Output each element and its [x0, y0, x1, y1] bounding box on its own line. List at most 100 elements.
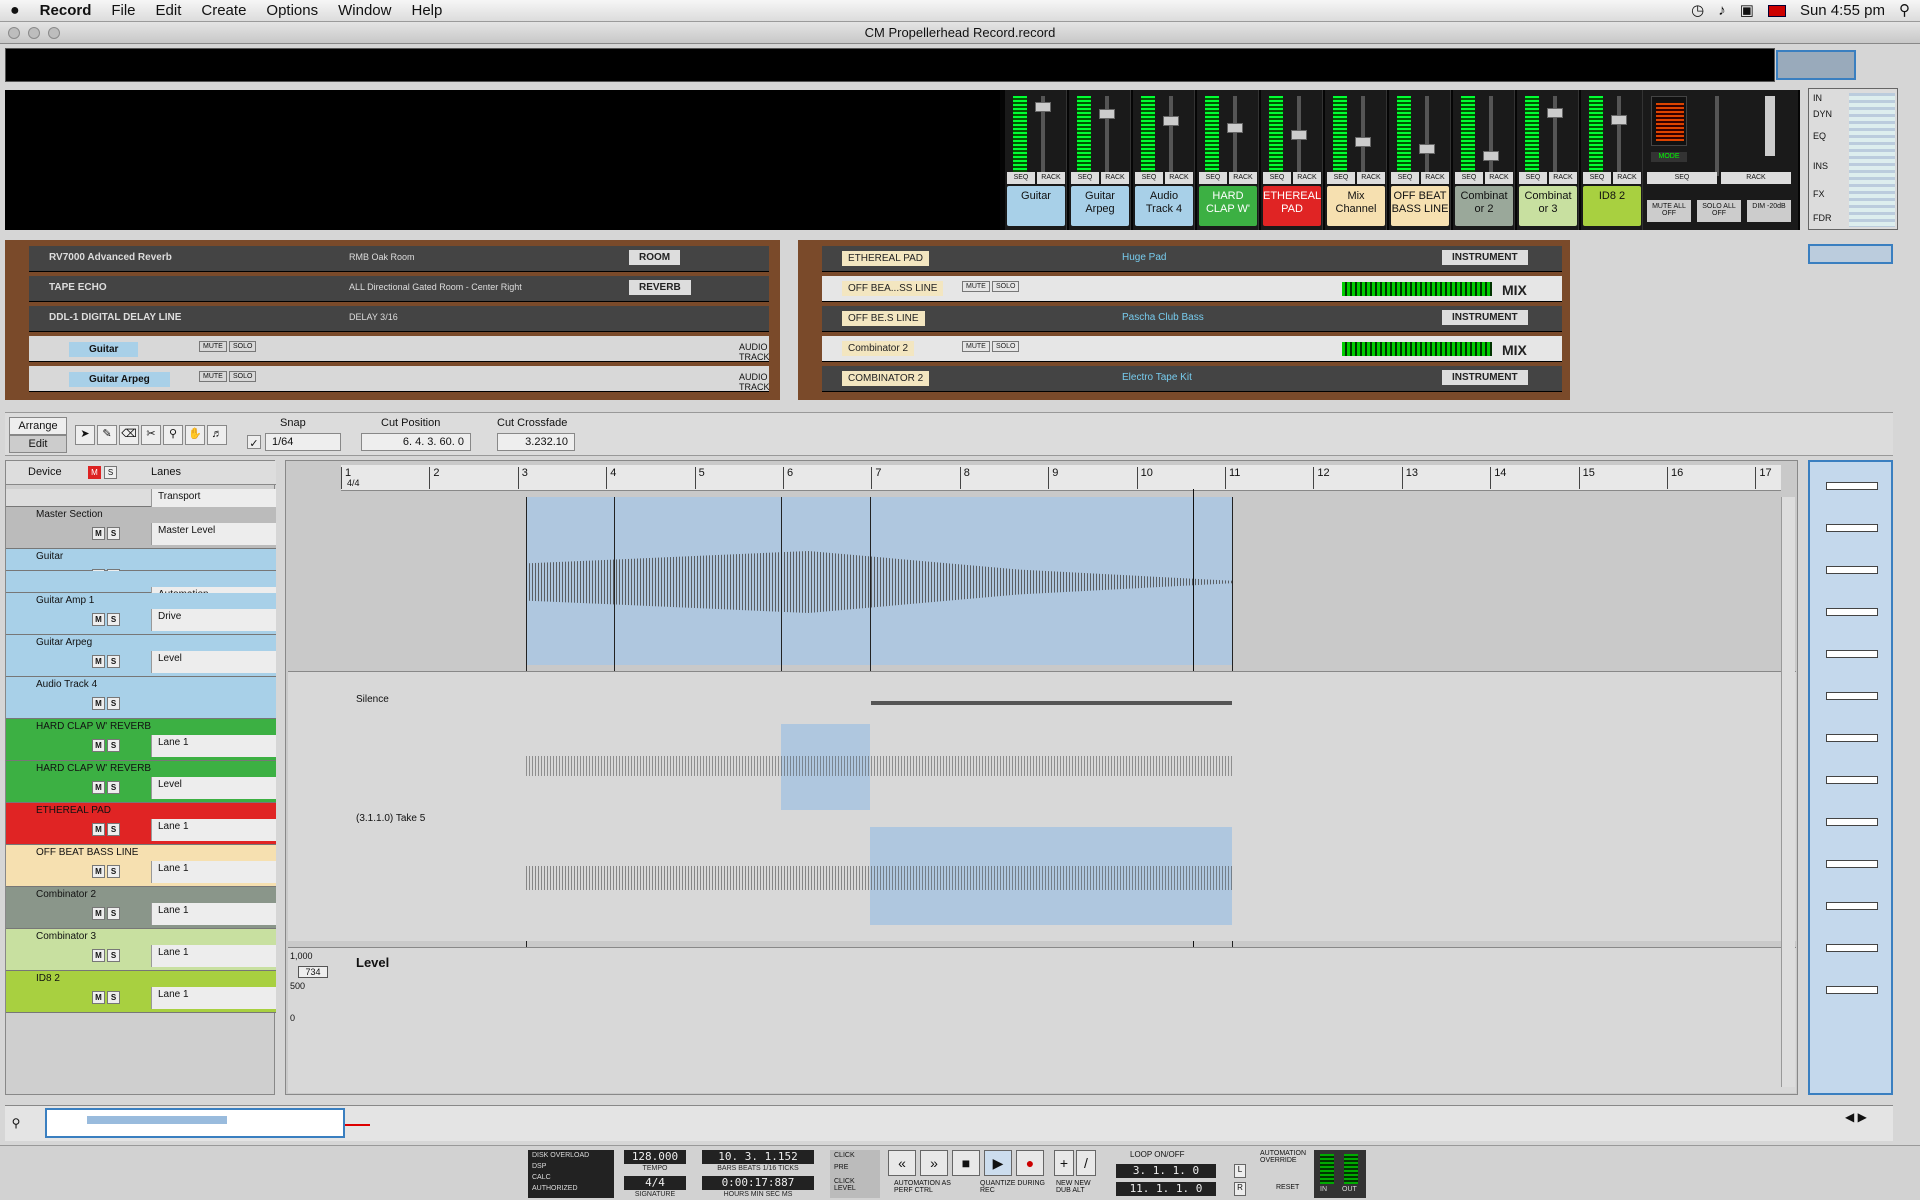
app-menu[interactable]: Record [30, 0, 102, 22]
rewind-button[interactable]: « [888, 1150, 916, 1176]
track-row[interactable]: Combinator 2 M S Lane 1 [6, 887, 276, 929]
track-row[interactable]: Guitar Arpeg M S Level [6, 635, 276, 677]
channel-label[interactable]: ID8 2 [1583, 186, 1641, 226]
cut-position-field[interactable]: 6. 4. 3. 60. 0 [361, 433, 471, 451]
seq-button[interactable]: SEQ [1327, 172, 1355, 184]
fader-knob[interactable] [1483, 151, 1499, 161]
rack-device[interactable]: OFF BE.S LINE Pascha Club Bass INSTRUMENT [822, 306, 1562, 332]
menu-options[interactable]: Options [256, 0, 328, 22]
track-row[interactable]: Combinator 3 M S Lane 1 [6, 929, 276, 971]
rack-device[interactable]: Combinator 2 MIX MUTE SOLO [822, 336, 1562, 362]
loop-left-button[interactable]: L [1234, 1164, 1246, 1178]
timeline-ruler[interactable]: 1 2 3 4 5 6 7 8 9 10 11 12 13 14 15 16 17 [341, 465, 1781, 491]
menu-file[interactable]: File [101, 0, 145, 22]
fader-knob[interactable] [1163, 116, 1179, 126]
display-icon[interactable]: ▣ [1740, 0, 1754, 22]
selection-tool-icon[interactable]: ➤ [75, 425, 95, 445]
master-mode-button[interactable]: MODE [1651, 152, 1687, 162]
flag-icon[interactable] [1767, 5, 1786, 17]
track-row[interactable]: Guitar Amp 1 M S Drive [6, 593, 276, 635]
play-button[interactable]: ▶ [984, 1150, 1012, 1176]
position-display[interactable]: 10. 3. 1.152 [702, 1150, 814, 1164]
channel-label[interactable]: Combinat or 2 [1455, 186, 1513, 226]
menu-window[interactable]: Window [328, 0, 401, 22]
apple-menu-icon[interactable]: ● [0, 0, 30, 22]
razor-tool-icon[interactable]: ✂ [141, 425, 161, 445]
channel-label[interactable]: Combinat or 3 [1519, 186, 1577, 226]
track-solo-button[interactable]: S [107, 865, 120, 878]
fast-forward-button[interactable]: » [920, 1150, 948, 1176]
stop-button[interactable]: ■ [952, 1150, 980, 1176]
rack-device[interactable]: Guitar AUDIO TRACK MUTE SOLO [29, 336, 770, 362]
track-solo-button[interactable]: S [107, 907, 120, 920]
seq-button[interactable]: SEQ [1455, 172, 1483, 184]
seq-button[interactable]: SEQ [1391, 172, 1419, 184]
track-mute-button[interactable]: MUTE [199, 371, 227, 382]
track-mute-button[interactable]: M [92, 781, 105, 794]
side-label-fdr[interactable]: FDR [1813, 213, 1832, 223]
channel-label[interactable]: Guitar [1007, 186, 1065, 226]
signature-display[interactable]: 4/4 [624, 1176, 686, 1190]
loop-left-display[interactable]: 3. 1. 1. 0 [1116, 1164, 1216, 1178]
menubar-clock[interactable]: Sun 4:55 pm [1800, 0, 1885, 22]
zoom-window-icon[interactable] [48, 27, 60, 39]
loop-right-display[interactable]: 11. 1. 1. 0 [1116, 1182, 1216, 1196]
speaker-tool-icon[interactable]: ♬ [207, 425, 227, 445]
fader-knob[interactable] [1547, 108, 1563, 118]
mixer-overview-strip[interactable] [5, 48, 1775, 82]
channel-label[interactable]: ETHEREAL PAD [1263, 186, 1321, 226]
seq-button[interactable]: SEQ [1583, 172, 1611, 184]
track-mute-button[interactable]: M [92, 907, 105, 920]
seq-button[interactable]: SEQ [1263, 172, 1291, 184]
rack-device[interactable]: TAPE ECHO ALL Directional Gated Room - Ce… [29, 276, 769, 302]
rack-button[interactable]: RACK [1485, 172, 1513, 184]
minimize-window-icon[interactable] [28, 27, 40, 39]
close-window-icon[interactable] [8, 27, 20, 39]
channel-fader[interactable] [1105, 96, 1109, 176]
vertical-scrollbar[interactable] [1781, 497, 1795, 1087]
rack-button[interactable]: RACK [1165, 172, 1193, 184]
rack-button[interactable]: RACK [1037, 172, 1065, 184]
magnify-tool-icon[interactable]: ⚲ [163, 425, 183, 445]
track-row[interactable]: ETHEREAL PAD M S Lane 1 [6, 803, 276, 845]
dim-button[interactable]: DIM -20dB [1747, 200, 1791, 222]
track-row[interactable]: ID8 2 M S Lane 1 [6, 971, 276, 1013]
seq-button[interactable]: SEQ [1135, 172, 1163, 184]
fader-knob[interactable] [1099, 109, 1115, 119]
track-solo-button[interactable]: S [107, 739, 120, 752]
keyboard-overview-thumb[interactable] [1776, 50, 1856, 80]
mix-mute-button[interactable]: MUTE [962, 341, 990, 352]
rack-button[interactable]: RACK [1101, 172, 1129, 184]
track-row[interactable]: HARD CLAP W' REVERB M S Lane 1 [6, 719, 276, 761]
track-mute-button[interactable]: M [92, 655, 105, 668]
side-label-eq[interactable]: EQ [1813, 131, 1826, 141]
rack-device[interactable]: ETHEREAL PAD Huge Pad INSTRUMENT [822, 246, 1562, 272]
track-mute-button[interactable]: MUTE [199, 341, 227, 352]
time-display[interactable]: 0:00:17:887 [702, 1176, 814, 1190]
menu-create[interactable]: Create [191, 0, 256, 22]
overview-viewport[interactable] [45, 1108, 345, 1138]
master-fader[interactable] [1715, 96, 1719, 176]
menu-edit[interactable]: Edit [146, 0, 192, 22]
volume-icon[interactable]: ♪ [1718, 0, 1726, 22]
snap-select[interactable]: 1/64 [265, 433, 341, 451]
mixer-navigator-thumb[interactable] [1849, 93, 1895, 227]
zoom-icon[interactable]: ⚲ [5, 1110, 27, 1136]
header-mute-button[interactable]: M [88, 466, 101, 479]
fader-knob[interactable] [1227, 123, 1243, 133]
side-label-dyn[interactable]: DYN [1813, 109, 1832, 119]
track-solo-button[interactable]: S [107, 781, 120, 794]
loop-right-button[interactable]: R [1234, 1182, 1246, 1196]
seq-button[interactable]: SEQ [1071, 172, 1099, 184]
click-level-label[interactable]: CLICK LEVEL [834, 1178, 878, 1192]
arrange-mode-button[interactable]: Arrange [9, 417, 67, 435]
channel-fader[interactable] [1425, 96, 1429, 176]
rack-button[interactable]: RACK [1421, 172, 1449, 184]
side-label-ins[interactable]: INS [1813, 161, 1828, 171]
track-solo-button[interactable]: S [107, 949, 120, 962]
track-solo-button[interactable]: S [107, 697, 120, 710]
reset-button[interactable]: RESET [1276, 1184, 1299, 1191]
level-current-value[interactable]: 734 [298, 966, 328, 978]
channel-fader[interactable] [1169, 96, 1173, 176]
mix-solo-button[interactable]: SOLO [992, 341, 1020, 352]
